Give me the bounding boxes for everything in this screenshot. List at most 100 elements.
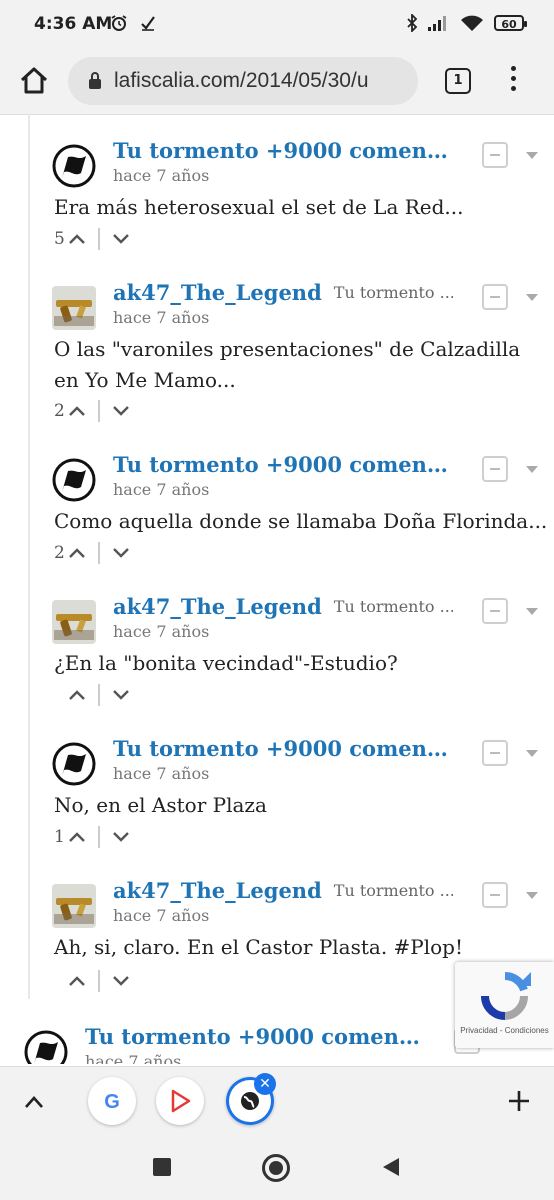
collapse-button[interactable] xyxy=(482,740,508,766)
comment-thread: Tu tormento +9000 comentari... hace 7 año… xyxy=(0,114,554,1064)
video-tab[interactable] xyxy=(156,1077,204,1125)
vote-controls: 2 xyxy=(54,542,130,564)
comment-text: Como aquella donde se llamaba Doña Flori… xyxy=(54,509,548,533)
flag-icon xyxy=(52,742,96,786)
downvote-icon[interactable] xyxy=(112,831,130,843)
gun-avatar xyxy=(52,884,96,928)
comment-timestamp[interactable]: hace 7 años xyxy=(113,166,209,185)
downvote-icon[interactable] xyxy=(112,689,130,701)
chevron-down-icon[interactable] xyxy=(526,750,538,757)
vote-divider xyxy=(98,228,100,250)
vote-controls xyxy=(54,970,130,992)
upvote-icon[interactable] xyxy=(68,689,86,701)
thread-line xyxy=(28,114,30,999)
close-tab-icon[interactable]: ✕ xyxy=(254,1073,276,1095)
lock-icon xyxy=(89,72,101,89)
comment-author[interactable]: Tu tormento +9000 comentari... xyxy=(113,138,449,163)
comment-author[interactable]: Tu tormento +9000 comentari... xyxy=(113,452,449,477)
back-icon[interactable] xyxy=(382,1157,400,1177)
tab-switcher-button[interactable]: 1 xyxy=(445,68,471,94)
svg-text:G: G xyxy=(104,1091,120,1113)
comment-timestamp[interactable]: hace 7 años xyxy=(113,622,209,641)
address-bar[interactable]: lafiscalia.com/2014/05/30/u xyxy=(68,57,418,105)
comment-text: ¿En la "bonita vecindad"-Estudio? xyxy=(54,651,398,675)
recents-button[interactable] xyxy=(153,1158,171,1176)
home-nav-button[interactable] xyxy=(262,1154,290,1182)
vote-controls: 5 xyxy=(54,228,130,250)
flag-icon xyxy=(52,144,96,188)
vote-controls: 2 xyxy=(54,400,130,422)
collapse-button[interactable] xyxy=(482,456,508,482)
comment-author[interactable]: ak47_The_Legend xyxy=(113,594,322,619)
system-nav-bar xyxy=(0,1134,554,1200)
chevron-down-icon[interactable] xyxy=(526,294,538,301)
overflow-menu-icon[interactable] xyxy=(506,66,520,96)
flag-icon xyxy=(52,458,96,502)
comment-text: Ah, si, claro. En el Castor Plasta. #Plo… xyxy=(54,935,464,959)
downvote-icon[interactable] xyxy=(112,975,130,987)
recaptcha-links[interactable]: Privacidad - Condiciones xyxy=(455,1026,554,1035)
comment-timestamp[interactable]: hace 7 años xyxy=(85,1052,181,1064)
new-tab-icon[interactable] xyxy=(508,1090,530,1112)
reply-to-author[interactable]: Tu tormento ... xyxy=(334,283,453,302)
comment-timestamp[interactable]: hace 7 años xyxy=(113,764,209,783)
google-tab[interactable]: G xyxy=(88,1077,136,1125)
comment-timestamp[interactable]: hace 7 años xyxy=(113,906,209,925)
upvote-icon[interactable] xyxy=(68,975,86,987)
flag-icon xyxy=(24,1030,68,1064)
downvote-icon[interactable] xyxy=(112,405,130,417)
checkmark-icon xyxy=(141,16,155,31)
comment-text: Era más heterosexual el set de La Red... xyxy=(54,195,464,219)
downvote-icon[interactable] xyxy=(112,233,130,245)
collapse-button[interactable] xyxy=(482,882,508,908)
collapse-button[interactable] xyxy=(482,284,508,310)
vote-controls: 1 xyxy=(54,826,130,848)
comment-author[interactable]: Tu tormento +9000 comentari... xyxy=(113,736,449,761)
vote-count: 5 xyxy=(54,229,65,249)
vote-count: 2 xyxy=(54,401,65,421)
url-text: lafiscalia.com/2014/05/30/u xyxy=(114,69,369,92)
play-icon xyxy=(171,1089,191,1113)
recaptcha-logo-icon xyxy=(481,972,531,1020)
alarm-icon xyxy=(111,15,127,31)
comment-text: O las "varoniles presentaciones" de Calz… xyxy=(54,337,521,392)
vote-count: 2 xyxy=(54,543,65,563)
vote-divider xyxy=(98,400,100,422)
chevron-down-icon[interactable] xyxy=(526,466,538,473)
upvote-icon[interactable] xyxy=(68,405,86,417)
wifi-icon xyxy=(461,15,483,31)
comment-author[interactable]: ak47_The_Legend xyxy=(113,878,322,903)
status-time: 4:36 AM xyxy=(34,14,113,34)
chevron-down-icon[interactable] xyxy=(526,892,538,899)
comment-author[interactable]: Tu tormento +9000 comentarios ... xyxy=(85,1024,421,1049)
upvote-icon[interactable] xyxy=(68,233,86,245)
comment-timestamp[interactable]: hace 7 años xyxy=(113,480,209,499)
browser-toolbar: lafiscalia.com/2014/05/30/u 1 xyxy=(0,48,554,115)
upvote-icon[interactable] xyxy=(68,547,86,559)
tab-strip: G ✕ xyxy=(0,1066,554,1135)
reply-to-author[interactable]: Tu tormento ... xyxy=(334,597,453,616)
gun-avatar xyxy=(52,286,96,330)
recaptcha-badge[interactable]: Privacidad - Condiciones xyxy=(455,962,554,1048)
collapse-button[interactable] xyxy=(482,598,508,624)
status-bar: 4:36 AM 60 xyxy=(0,0,554,48)
chevron-down-icon[interactable] xyxy=(526,152,538,159)
vote-divider xyxy=(98,970,100,992)
downvote-icon[interactable] xyxy=(112,547,130,559)
upvote-icon[interactable] xyxy=(68,831,86,843)
home-icon[interactable] xyxy=(18,65,50,97)
signal-icon xyxy=(428,16,446,31)
gun-avatar xyxy=(52,600,96,644)
vote-controls xyxy=(54,684,130,706)
comment-author[interactable]: ak47_The_Legend xyxy=(113,280,322,305)
chevron-up-icon[interactable] xyxy=(24,1095,44,1109)
vote-divider xyxy=(98,826,100,848)
collapse-button[interactable] xyxy=(482,142,508,168)
vote-divider xyxy=(98,684,100,706)
chevron-down-icon[interactable] xyxy=(526,608,538,615)
battery-indicator: 60 xyxy=(494,15,527,31)
google-icon: G xyxy=(104,1091,120,1113)
comment-timestamp[interactable]: hace 7 años xyxy=(113,308,209,327)
vote-divider xyxy=(98,542,100,564)
reply-to-author[interactable]: Tu tormento ... xyxy=(334,881,453,900)
